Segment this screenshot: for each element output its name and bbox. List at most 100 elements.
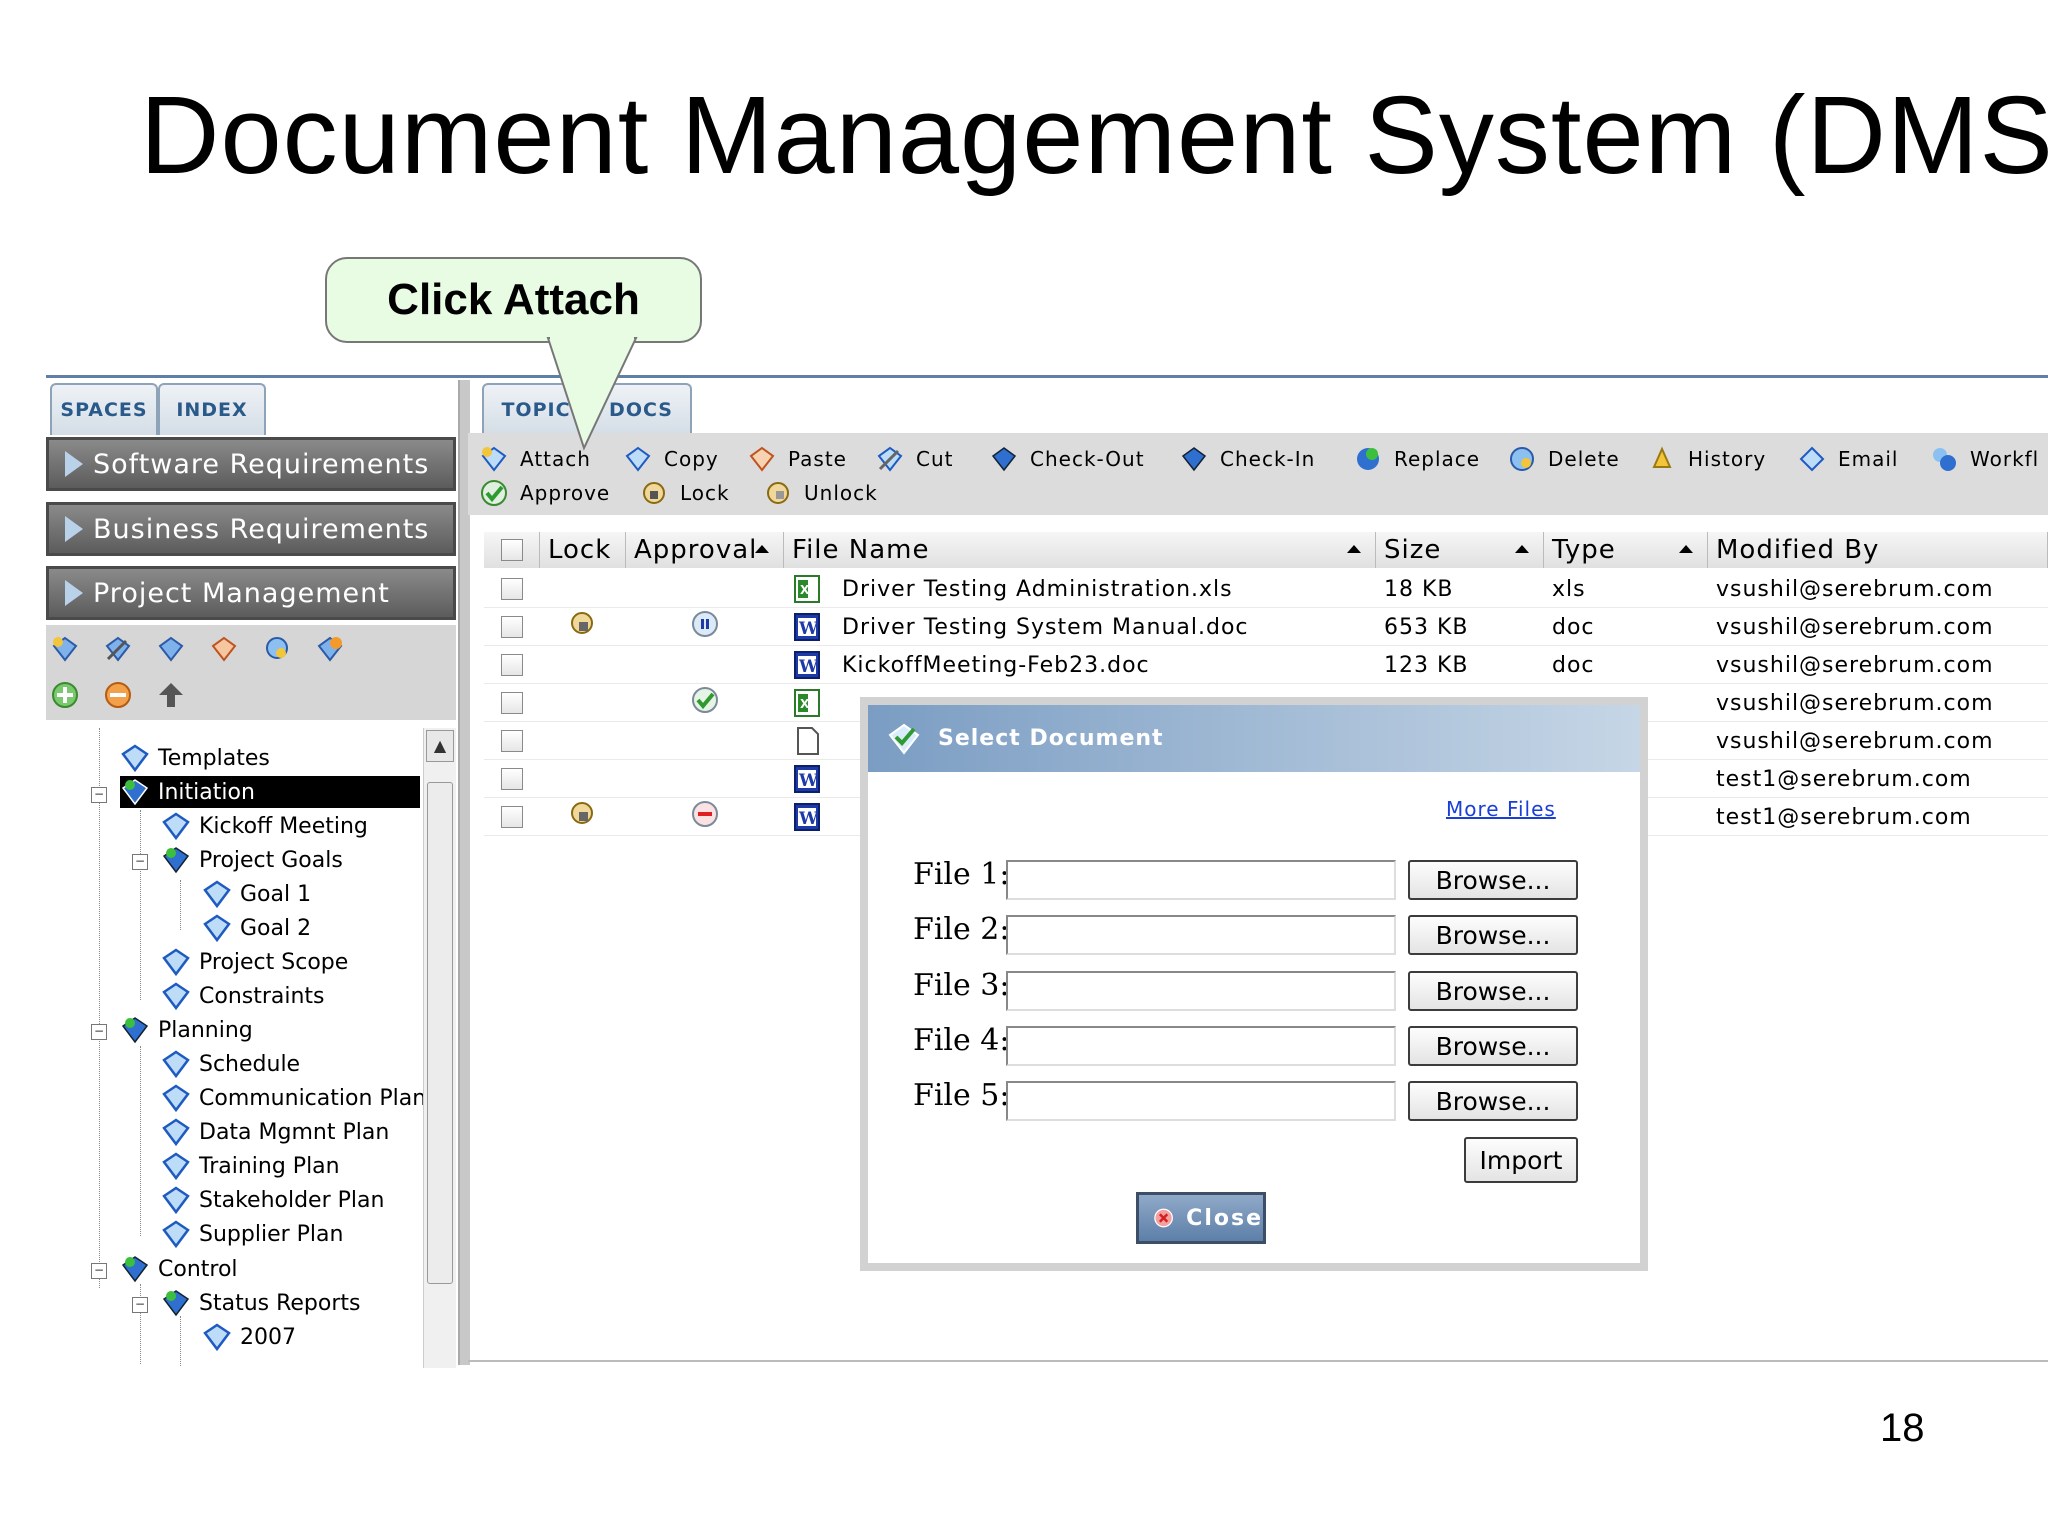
- attach-button[interactable]: Attach: [480, 443, 591, 475]
- collapse-project-goals-icon[interactable]: −: [132, 854, 148, 870]
- row-checkbox[interactable]: [501, 578, 523, 600]
- browse-button-4[interactable]: Browse...: [1408, 1026, 1578, 1066]
- column-header-type[interactable]: Type: [1544, 532, 1708, 568]
- close-button[interactable]: Close: [1136, 1192, 1266, 1244]
- tab-spaces[interactable]: SPACES: [50, 383, 158, 435]
- tree-item-project-scope[interactable]: Project Scope: [161, 946, 348, 978]
- row-select-cell[interactable]: [484, 798, 540, 836]
- space-software-requirements[interactable]: Software Requirements: [46, 437, 456, 491]
- column-header-approval[interactable]: Approval: [626, 532, 784, 568]
- tree-scrollbar[interactable]: ▲: [423, 728, 456, 1368]
- tree-item-goal-1[interactable]: Goal 1: [202, 878, 311, 910]
- file-2-input[interactable]: [1006, 915, 1396, 955]
- more-files-link[interactable]: More Files: [1446, 797, 1556, 821]
- panel-splitter[interactable]: [458, 380, 470, 1365]
- collapse-initiation-icon[interactable]: −: [91, 787, 107, 803]
- space-business-requirements[interactable]: Business Requirements: [46, 502, 456, 556]
- select-all-checkbox[interactable]: [500, 539, 523, 561]
- collapse-planning-icon[interactable]: −: [91, 1024, 107, 1040]
- table-row[interactable]: W Driver Testing System Manual.doc 653 KB d…: [484, 608, 2048, 646]
- file-name-cell[interactable]: X Driver Testing Administration.xls: [784, 570, 1376, 608]
- edit-topic-icon[interactable]: [104, 635, 132, 663]
- row-select-cell[interactable]: [484, 570, 540, 608]
- tree-item-communication-plan[interactable]: Communication Plan: [161, 1082, 426, 1114]
- add-icon[interactable]: [51, 681, 79, 709]
- cut-button[interactable]: Cut: [876, 443, 953, 475]
- table-row[interactable]: W KickoffMeeting-Feb23.doc 123 KB doc vsushi…: [484, 646, 2048, 684]
- select-all-header[interactable]: [484, 532, 540, 568]
- tree-item-project-goals[interactable]: Project Goals: [161, 844, 343, 876]
- table-row[interactable]: X Driver Testing Administration.xls 18 KB x…: [484, 570, 2048, 608]
- history-button[interactable]: History: [1648, 443, 1766, 475]
- column-header-lock[interactable]: Lock: [540, 532, 626, 568]
- tree-item-2007[interactable]: 2007: [202, 1321, 296, 1353]
- tree-item-training-plan[interactable]: Training Plan: [161, 1150, 340, 1182]
- row-checkbox[interactable]: [501, 768, 523, 790]
- replace-button[interactable]: Replace: [1354, 443, 1480, 475]
- tree-item-status-reports[interactable]: Status Reports: [161, 1287, 361, 1319]
- delete-button[interactable]: Delete: [1508, 443, 1620, 475]
- row-checkbox[interactable]: [501, 616, 523, 638]
- row-checkbox[interactable]: [501, 806, 523, 828]
- paste-button[interactable]: Paste: [748, 443, 847, 475]
- tree-item-schedule[interactable]: Schedule: [161, 1048, 300, 1080]
- row-select-cell[interactable]: [484, 722, 540, 760]
- browse-button-3[interactable]: Browse...: [1408, 971, 1578, 1011]
- workflow-button[interactable]: Workfl: [1930, 443, 2039, 475]
- browse-button-2[interactable]: Browse...: [1408, 915, 1578, 955]
- email-button[interactable]: Email: [1798, 443, 1899, 475]
- row-checkbox[interactable]: [501, 692, 523, 714]
- svg-text:W: W: [798, 771, 819, 791]
- browse-button-1[interactable]: Browse...: [1408, 860, 1578, 900]
- column-header-size[interactable]: Size: [1376, 532, 1544, 568]
- check-in-button[interactable]: Check-In: [1180, 443, 1315, 475]
- tree-item-control[interactable]: Control: [120, 1253, 238, 1285]
- scroll-thumb[interactable]: [427, 782, 453, 1284]
- row-checkbox[interactable]: [501, 654, 523, 676]
- browse-button-5[interactable]: Browse...: [1408, 1081, 1578, 1121]
- column-header-modified-by[interactable]: Modified By: [1708, 532, 2048, 568]
- file-name-cell[interactable]: W Driver Testing System Manual.doc: [784, 608, 1376, 646]
- column-header-file-name[interactable]: File Name: [784, 532, 1376, 568]
- tree-item-kickoff-meeting[interactable]: Kickoff Meeting: [161, 810, 368, 842]
- tree-item-initiation[interactable]: Initiation: [120, 776, 420, 808]
- tree-item-stakeholder-plan[interactable]: Stakeholder Plan: [161, 1184, 384, 1216]
- approval-cell: [626, 570, 784, 608]
- scroll-up-icon[interactable]: ▲: [426, 730, 454, 762]
- search-topic-icon[interactable]: [263, 635, 291, 663]
- tab-topic[interactable]: TOPIC: [482, 383, 590, 435]
- file-5-input[interactable]: [1006, 1081, 1396, 1121]
- tree-item-goal-2[interactable]: Goal 2: [202, 912, 311, 944]
- move-up-icon[interactable]: [157, 681, 185, 709]
- check-out-button[interactable]: Check-Out: [990, 443, 1145, 475]
- refresh-topic-icon[interactable]: [316, 635, 344, 663]
- approve-button[interactable]: Approve: [480, 477, 610, 509]
- collapse-status-reports-icon[interactable]: −: [132, 1297, 148, 1313]
- row-select-cell[interactable]: [484, 608, 540, 646]
- file-1-input[interactable]: [1006, 860, 1396, 900]
- collapse-control-icon[interactable]: −: [91, 1263, 107, 1279]
- delete-topic-icon[interactable]: [210, 635, 238, 663]
- topic-icon[interactable]: [157, 635, 185, 663]
- space-project-management[interactable]: Project Management: [46, 566, 456, 620]
- row-checkbox[interactable]: [501, 730, 523, 752]
- tab-index[interactable]: INDEX: [158, 383, 266, 435]
- file-3-input[interactable]: [1006, 971, 1396, 1011]
- tab-docs[interactable]: DOCS: [590, 383, 692, 435]
- remove-icon[interactable]: [104, 681, 132, 709]
- new-topic-icon[interactable]: [51, 635, 79, 663]
- file-name-cell[interactable]: W KickoffMeeting-Feb23.doc: [784, 646, 1376, 684]
- tree-item-supplier-plan[interactable]: Supplier Plan: [161, 1218, 343, 1250]
- lock-button[interactable]: Lock: [640, 477, 730, 509]
- copy-button[interactable]: Copy: [624, 443, 719, 475]
- tree-item-data-mgmnt-plan[interactable]: Data Mgmnt Plan: [161, 1116, 389, 1148]
- row-select-cell[interactable]: [484, 646, 540, 684]
- file-4-input[interactable]: [1006, 1026, 1396, 1066]
- tree-item-constraints[interactable]: Constraints: [161, 980, 325, 1012]
- tree-item-templates[interactable]: Templates: [120, 742, 270, 774]
- row-select-cell[interactable]: [484, 760, 540, 798]
- unlock-button[interactable]: Unlock: [764, 477, 878, 509]
- import-button[interactable]: Import: [1464, 1137, 1578, 1183]
- row-select-cell[interactable]: [484, 684, 540, 722]
- tree-item-planning[interactable]: Planning: [120, 1014, 253, 1046]
